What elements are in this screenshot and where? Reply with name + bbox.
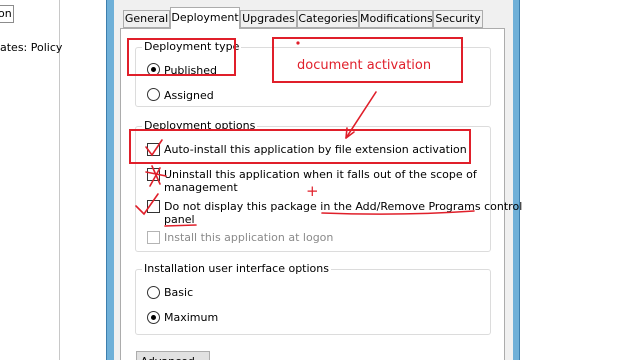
uninstall-out-of-scope-label-line1: Uninstall this application when it falls… xyxy=(164,168,477,181)
tab-upgrades[interactable]: Upgrades xyxy=(240,10,297,28)
tab-deployment[interactable]: Deployment xyxy=(170,7,240,29)
uninstall-out-of-scope-checkbox[interactable] xyxy=(147,168,160,181)
advanced-button[interactable]: Advanced... xyxy=(136,351,210,360)
installation-ui-title: Installation user interface options xyxy=(142,262,331,275)
basic-label: Basic xyxy=(164,286,194,299)
tab-security[interactable]: Security xyxy=(433,10,483,28)
policy-label: ates: Policy xyxy=(0,41,63,54)
installation-ui-group xyxy=(135,269,491,335)
annotation-plus: + xyxy=(306,182,319,200)
hide-add-remove-checkbox[interactable] xyxy=(147,200,160,213)
install-at-logon-checkbox[interactable] xyxy=(147,231,160,244)
annotation-box-auto-install xyxy=(129,129,471,164)
annotation-box-deployment-type xyxy=(127,38,236,76)
maximum-label: Maximum xyxy=(164,311,219,324)
tab-label: Categories xyxy=(298,12,358,25)
tab-modifications[interactable]: Modifications xyxy=(359,10,433,28)
annotation-callout-text: document activation xyxy=(297,58,432,73)
tab-categories[interactable]: Categories xyxy=(297,10,359,28)
tree-node[interactable]: on xyxy=(0,5,14,23)
tab-label: Upgrades xyxy=(242,12,295,25)
background-right-area xyxy=(521,0,640,360)
uninstall-out-of-scope-label-line2: management xyxy=(164,181,238,194)
maximum-radio[interactable] xyxy=(147,311,160,324)
hide-add-remove-label-line2: panel xyxy=(164,213,195,226)
tab-label: Deployment xyxy=(171,11,239,24)
install-at-logon-label: Install this application at logon xyxy=(164,231,334,244)
hide-add-remove-label-line1: Do not display this package in the Add/R… xyxy=(164,200,523,213)
tab-label: Security xyxy=(435,12,481,25)
tab-label: Modifications xyxy=(360,12,433,25)
tab-general[interactable]: General xyxy=(123,10,170,28)
assigned-radio[interactable] xyxy=(147,88,160,101)
tab-label: General xyxy=(124,12,169,25)
background-tree-pane: on ates: Policy xyxy=(0,0,63,360)
basic-radio[interactable] xyxy=(147,286,160,299)
assigned-label: Assigned xyxy=(164,89,214,102)
